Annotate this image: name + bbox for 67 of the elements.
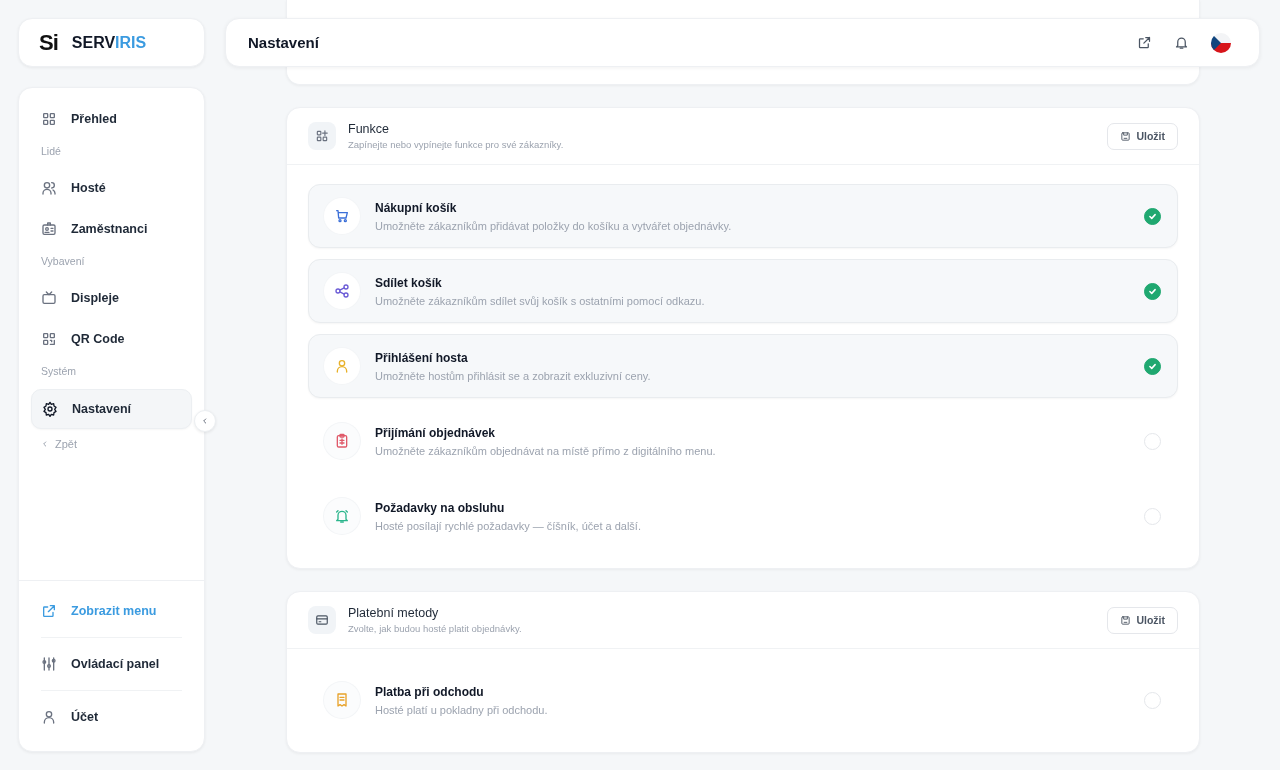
sidebar-item[interactable]: Účet	[41, 690, 182, 743]
feature-description: Umožněte hostům přihlásit se a zobrazit exkluzivní ceny.	[375, 369, 652, 382]
feature-title: Platba při odchodu	[375, 684, 485, 699]
feature-description: Hosté posílají rychlé požadavky — číšník, účet a další.	[375, 519, 642, 532]
sidebar-item[interactable]: Hosté	[31, 168, 192, 207]
users-icon	[41, 179, 57, 196]
feature-row[interactable]: Nákupní košík Umožněte zákazníkům přidávat položky do košíku a vytvářet objednávky.	[308, 184, 1178, 248]
feature-description: Umožněte zákazníkům objednávat na místě přímo z digitálního menu.	[375, 444, 717, 457]
card-subtitle: Zapínejte nebo vypínejte funkce pro své zákazníky.	[348, 139, 565, 150]
feature-row[interactable]: Přijímání objednávek Umožněte zákazníkům objednávat na místě přímo z digitálního menu.	[308, 409, 1178, 473]
id-card-icon	[41, 220, 57, 237]
section-heading: Systém	[40, 364, 77, 379]
feature-description: Umožněte zákazníkům přidávat položky do košíku a vytvářet objednávky.	[375, 219, 733, 232]
sidebar-item[interactable]: Displeje	[31, 278, 192, 317]
sidebar-item[interactable]: QR Code	[31, 319, 192, 358]
feature-title: Přijímání objednávek	[375, 425, 497, 440]
card-subtitle: Zvolte, jak budou hosté platit objednávky.	[348, 623, 523, 634]
check-icon	[1148, 361, 1157, 371]
feature-title: Přihlášení hosta	[375, 350, 469, 365]
feature-description: Hosté platí u pokladny při odchodu.	[375, 703, 549, 716]
sidebar-item[interactable]: Ovládací panel	[41, 637, 182, 690]
grid-plus-icon	[315, 129, 329, 143]
section-heading: Lidé	[40, 144, 62, 159]
checkbox[interactable]	[1144, 207, 1161, 225]
save-button[interactable]: Uložit	[1107, 606, 1178, 634]
save-button[interactable]: Uložit	[1107, 122, 1178, 150]
grid-icon	[41, 110, 57, 127]
user-icon	[334, 358, 350, 374]
check-icon	[1148, 211, 1157, 221]
check-icon	[1148, 286, 1157, 296]
feature-title: Sdílet košík	[375, 275, 443, 290]
feature-row[interactable]: Platba při odchodu Hosté platí u pokladny při odchodu.	[308, 668, 1178, 732]
feature-row[interactable]: Sdílet košík Umožněte zákazníkům sdílet svůj košík s ostatními pomocí odkazu.	[308, 259, 1178, 323]
feature-title: Nákupní košík	[375, 200, 458, 215]
page-title: Nastavení	[248, 34, 320, 51]
chevron-left-icon	[41, 440, 49, 448]
share-icon	[334, 283, 350, 299]
checkbox[interactable]	[1144, 357, 1161, 375]
user-icon	[41, 709, 57, 725]
receipt-icon	[334, 692, 350, 708]
bell-icon	[1174, 35, 1189, 50]
chevron-left-icon	[201, 417, 209, 425]
checkbox[interactable]	[1144, 282, 1161, 300]
sliders-icon	[41, 656, 57, 672]
card-title: Funkce	[348, 122, 390, 136]
card-title: Platební metody	[348, 606, 440, 620]
feature-title: Požadavky na obsluhu	[375, 500, 506, 515]
external-link-icon	[1137, 35, 1152, 50]
save-icon	[1120, 130, 1132, 142]
sidebar-item[interactable]: Přehled	[31, 99, 192, 138]
feature-row[interactable]: Požadavky na obsluhu Hosté posílají rychlé požadavky — číšník, účet a další.	[308, 484, 1178, 548]
clipboard-icon	[334, 433, 350, 449]
qr-code-icon	[41, 330, 57, 347]
feature-row[interactable]: Přihlášení hosta Umožněte hostům přihlásit se a zobrazit exkluzivní ceny.	[308, 334, 1178, 398]
flag-icon[interactable]	[1211, 32, 1231, 53]
logo: Si SERVIRIS	[18, 18, 205, 67]
external-link-icon	[41, 603, 57, 619]
section-heading: Vybavení	[40, 254, 86, 269]
sidebar-item[interactable]: Nastavení	[31, 388, 192, 429]
feature-description: Umožněte zákazníkům sdílet svůj košík s ostatními pomocí odkazu.	[375, 294, 706, 307]
cart-icon	[334, 208, 350, 224]
card-icon	[315, 613, 329, 627]
sidebar-item[interactable]: Zaměstnanci	[31, 209, 192, 248]
save-icon	[1120, 614, 1132, 626]
settings-icon	[42, 400, 58, 417]
bell-icon	[334, 508, 350, 524]
tv-icon	[41, 289, 57, 306]
